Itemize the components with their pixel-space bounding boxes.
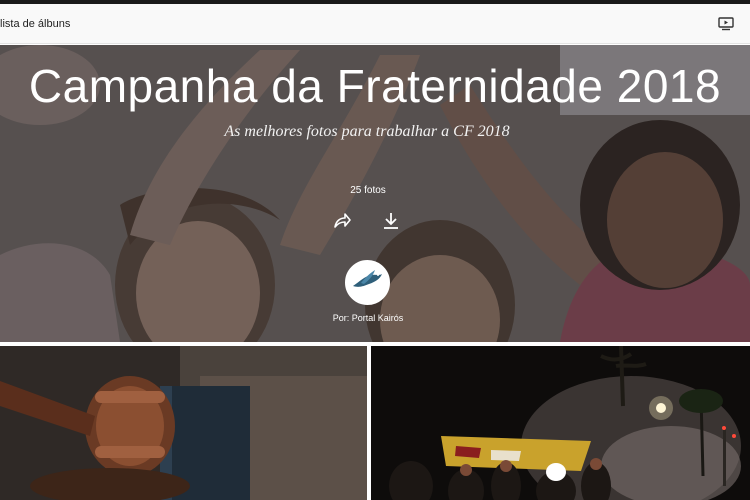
photo-thumbnail-protest[interactable] [371, 346, 750, 500]
album-title: Campanha da Fraternidade 2018 [28, 60, 722, 112]
photo-count: 25 fotos [350, 185, 386, 196]
slideshow-icon[interactable] [718, 17, 734, 31]
author-avatar[interactable] [345, 260, 390, 305]
photo-thumbnail-gavel[interactable] [0, 346, 367, 500]
back-to-albums-link[interactable]: lista de álbuns [0, 4, 70, 44]
album-author: Por: Portal Kairós [332, 313, 404, 323]
album-cover: Campanha da Fraternidade 2018 As melhore… [0, 45, 750, 342]
dove-logo-icon [347, 262, 388, 303]
share-icon[interactable] [332, 211, 352, 231]
album-header-bar: lista de álbuns [0, 4, 750, 44]
gavel-photo [0, 346, 367, 500]
album-subtitle: As melhores fotos para trabalhar a CF 20… [224, 123, 510, 140]
download-icon[interactable] [381, 211, 401, 231]
protest-night-photo [371, 346, 750, 500]
